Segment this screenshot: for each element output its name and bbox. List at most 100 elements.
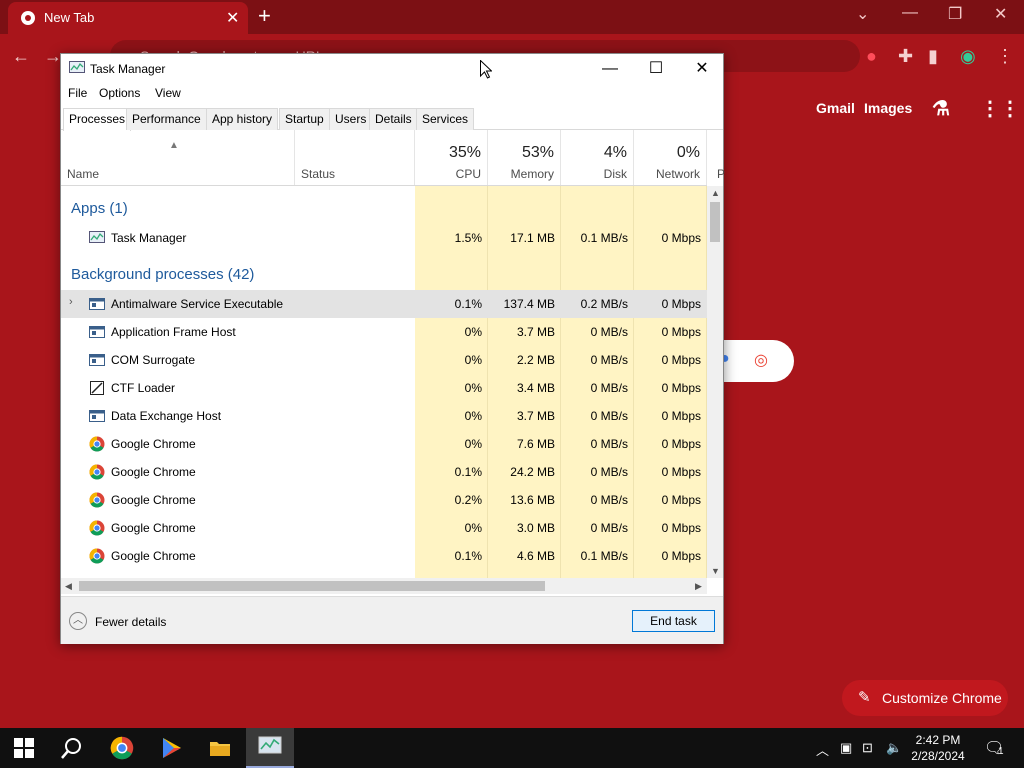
images-link[interactable]: Images	[864, 100, 912, 116]
table-row[interactable]: Google Chrome 0.2% 13.6 MB 0 MB/s 0 Mbps	[61, 486, 707, 514]
tablet-icon[interactable]: ▣	[840, 740, 852, 756]
table-row[interactable]: Google Chrome 0.1% 4.6 MB 0.1 MB/s 0 Mbp…	[61, 542, 707, 570]
chevron-up-icon[interactable]: ︿	[69, 612, 87, 630]
chrome-icon	[89, 436, 105, 452]
vertical-scroll-thumb[interactable]	[710, 202, 720, 242]
process-memory: 3.4 MB	[516, 381, 555, 395]
fewer-details-link[interactable]: Fewer details	[95, 615, 166, 629]
process-cpu: 0.1%	[454, 465, 482, 479]
play-store-icon[interactable]	[160, 736, 184, 760]
task-manager-taskbar-button[interactable]	[246, 728, 294, 768]
column-header-network[interactable]: 0% Network	[634, 130, 707, 186]
tab-services[interactable]: Services	[416, 108, 475, 130]
horizontal-scrollbar[interactable]: ◀ ▶	[61, 578, 707, 594]
process-cpu: 0.2%	[454, 493, 482, 507]
column-label-name: Name	[67, 167, 100, 181]
back-icon[interactable]: ←	[12, 46, 30, 67]
labs-flask-icon[interactable]: ⚗	[932, 96, 950, 121]
process-memory: 7.6 MB	[516, 437, 555, 451]
chrome-taskbar-icon[interactable]	[110, 736, 134, 760]
process-cpu: 0%	[464, 521, 482, 535]
chrome-tab-new-tab[interactable]: New Tab ✕	[8, 2, 248, 34]
tab-performance[interactable]: Performance	[126, 108, 207, 130]
task-manager-footer: ︿ Fewer details End task	[61, 596, 723, 644]
side-panel-icon[interactable]: ▮	[928, 46, 938, 67]
lens-icon[interactable]: ◎	[754, 350, 768, 370]
profile-avatar[interactable]: ◉	[960, 46, 976, 67]
process-network: 0 Mbps	[661, 409, 701, 423]
minimize-icon[interactable]: —	[587, 58, 633, 80]
scroll-left-icon[interactable]: ◀	[65, 581, 72, 592]
tab-users[interactable]: Users	[329, 108, 373, 130]
menu-file[interactable]: File	[68, 86, 87, 100]
group-header-background[interactable]: Background processes (42)	[71, 266, 254, 283]
column-header-name[interactable]: Name	[61, 130, 295, 186]
menu-view[interactable]: View	[155, 86, 181, 100]
process-network: 0 Mbps	[661, 231, 701, 245]
new-tab-button[interactable]: +	[258, 3, 271, 29]
column-header-status[interactable]: Status	[295, 130, 415, 186]
close-window-icon[interactable]: ✕	[994, 4, 1007, 24]
show-hidden-icons-chevron-icon[interactable]: ︿	[816, 740, 829, 759]
column-label-memory: Memory	[510, 167, 554, 181]
tab-search-icon[interactable]: ⌄	[856, 4, 869, 24]
windows-start-icon[interactable]	[14, 738, 34, 758]
column-header-memory[interactable]: 53% Memory	[488, 130, 561, 186]
minimize-icon[interactable]: —	[902, 4, 918, 22]
process-name: Google Chrome	[111, 549, 196, 563]
scroll-up-icon[interactable]: ▲	[711, 188, 720, 198]
table-row[interactable]: Task Manager 1.5% 17.1 MB 0.1 MB/s 0 Mbp…	[61, 224, 707, 252]
tab-startup[interactable]: Startup	[279, 108, 330, 130]
process-disk: 0 MB/s	[590, 493, 628, 507]
close-tab-icon[interactable]: ✕	[226, 8, 239, 28]
task-manager-icon	[89, 231, 105, 243]
close-icon[interactable]: ✕	[679, 58, 725, 80]
expand-chevron-icon[interactable]: ›	[69, 296, 73, 308]
end-task-button[interactable]: End task	[632, 610, 715, 632]
taskbar-clock[interactable]: 2:42 PM 2/28/2024	[908, 732, 968, 764]
task-manager-titlebar[interactable]: Task Manager — ☐ ✕	[61, 54, 723, 84]
volume-muted-icon[interactable]: 🔈	[886, 740, 902, 756]
maximize-icon[interactable]: ☐	[633, 58, 679, 80]
process-cpu: 0.1%	[454, 549, 482, 563]
tab-details[interactable]: Details	[369, 108, 418, 130]
column-header-disk[interactable]: 4% Disk	[561, 130, 634, 186]
extensions-puzzle-icon[interactable]: ✚	[898, 46, 913, 67]
table-row[interactable]: COM Surrogate 0% 2.2 MB 0 MB/s 0 Mbps	[61, 346, 707, 374]
search-icon[interactable]	[60, 736, 84, 760]
apps-grid-icon[interactable]: ⋮⋮	[980, 96, 1020, 121]
tab-processes[interactable]: Processes	[63, 108, 132, 131]
extension-icon[interactable]: ●	[866, 46, 877, 67]
scroll-right-icon[interactable]: ▶	[695, 581, 702, 592]
process-memory: 3.7 MB	[516, 409, 555, 423]
chrome-menu-icon[interactable]: ⋮	[996, 46, 1014, 67]
restore-icon[interactable]: ❐	[948, 4, 962, 24]
notification-count: 1	[998, 746, 1004, 757]
table-row[interactable]: CTF Loader 0% 3.4 MB 0 MB/s 0 Mbps	[61, 374, 707, 402]
gmail-link[interactable]: Gmail	[816, 100, 855, 116]
table-row[interactable]: Google Chrome 0% 3.0 MB 0 MB/s 0 Mbps	[61, 514, 707, 542]
file-explorer-icon[interactable]	[208, 736, 232, 760]
table-row[interactable]: Data Exchange Host 0% 3.7 MB 0 MB/s 0 Mb…	[61, 402, 707, 430]
process-memory: 13.6 MB	[510, 493, 555, 507]
table-row[interactable]: Google Chrome 0.1% 24.2 MB 0 MB/s 0 Mbps	[61, 458, 707, 486]
group-header-apps[interactable]: Apps (1)	[71, 200, 128, 217]
process-cpu: 0.1%	[454, 297, 482, 311]
horizontal-scroll-thumb[interactable]	[79, 581, 545, 591]
process-disk: 0 MB/s	[590, 437, 628, 451]
column-header-power[interactable]: P	[707, 130, 725, 186]
tab-app-history[interactable]: App history	[206, 108, 279, 130]
customize-chrome-button[interactable]: ✎ Customize Chrome	[842, 680, 1008, 716]
scroll-down-icon[interactable]: ▼	[711, 566, 720, 576]
menu-options[interactable]: Options	[99, 86, 140, 100]
clock-date: 2/28/2024	[911, 749, 965, 763]
process-network: 0 Mbps	[661, 297, 701, 311]
table-row[interactable]: Google Chrome 0% 7.6 MB 0 MB/s 0 Mbps	[61, 430, 707, 458]
network-icon[interactable]: ⊡	[862, 740, 873, 756]
process-memory: 17.1 MB	[510, 231, 555, 245]
chrome-icon	[89, 464, 105, 480]
column-header-cpu[interactable]: 35% CPU	[415, 130, 488, 186]
table-row[interactable]: Application Frame Host 0% 3.7 MB 0 MB/s …	[61, 318, 707, 346]
vertical-scrollbar[interactable]: ▲ ▼	[707, 186, 723, 578]
table-row[interactable]: › Antimalware Service Executable 0.1% 13…	[61, 290, 707, 318]
